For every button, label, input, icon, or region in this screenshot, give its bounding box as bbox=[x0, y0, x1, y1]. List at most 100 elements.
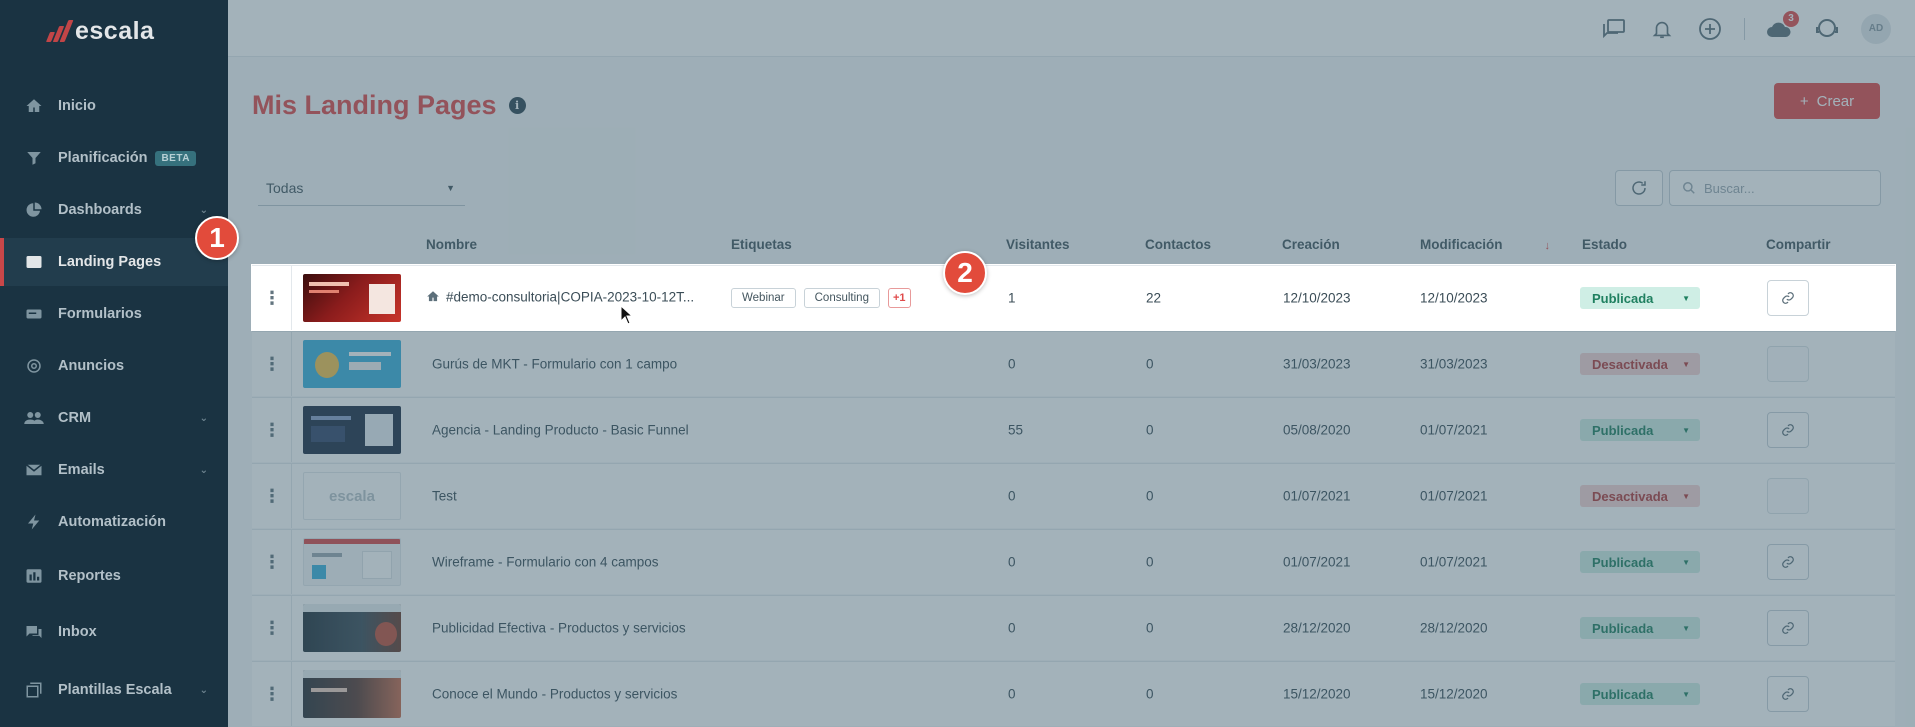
row-menu-icon[interactable]: ⋮ bbox=[252, 398, 292, 462]
create-button[interactable]: + Crear bbox=[1774, 83, 1880, 119]
sidebar-item-automatizacion[interactable]: Automatización bbox=[0, 498, 228, 546]
support-icon[interactable] bbox=[1813, 15, 1841, 43]
visitors-cell: 0 bbox=[1008, 686, 1016, 702]
page-name[interactable]: Test bbox=[432, 489, 457, 504]
share-link-button[interactable] bbox=[1767, 610, 1809, 646]
visitors-cell: 0 bbox=[1008, 620, 1016, 636]
table-row[interactable]: ⋮ Gurús de MKT - Formulario con 1 campo … bbox=[252, 331, 1895, 396]
modified-date: 01/07/2021 bbox=[1420, 554, 1488, 570]
table-row[interactable]: ⋮ #demo-consultoria|COPIA-2023-10-12T...… bbox=[252, 265, 1895, 330]
thumbnail-text-line bbox=[309, 282, 349, 286]
sidebar-item-emails[interactable]: Emails ⌄ bbox=[0, 446, 228, 494]
share-link-button[interactable] bbox=[1767, 676, 1809, 712]
page-thumbnail[interactable] bbox=[303, 340, 401, 388]
plus-circle-icon[interactable] bbox=[1696, 15, 1724, 43]
table-row[interactable]: ⋮ Wireframe - Formulario con 4 campos 0 … bbox=[252, 529, 1895, 594]
share-link-button[interactable] bbox=[1767, 280, 1809, 316]
notification-badge: 3 bbox=[1783, 10, 1799, 27]
row-menu-icon[interactable]: ⋮ bbox=[252, 662, 292, 726]
page-thumbnail[interactable] bbox=[303, 406, 401, 454]
thumbnail-header-bar bbox=[304, 539, 400, 544]
tag[interactable]: Consulting bbox=[803, 288, 880, 308]
escala-logo[interactable]: escala bbox=[45, 14, 154, 48]
column-modificacion[interactable]: Modificación ↓ bbox=[1420, 237, 1550, 252]
sidebar-item-reportes[interactable]: Reportes bbox=[0, 552, 228, 600]
sidebar-item-formularios[interactable]: Formularios bbox=[0, 290, 228, 338]
messages-icon[interactable] bbox=[1600, 15, 1628, 43]
tag[interactable]: Webinar bbox=[731, 288, 796, 308]
thumbnail-text-line bbox=[311, 416, 351, 420]
status-dropdown[interactable]: Publicada ▼ bbox=[1580, 419, 1700, 441]
page-name[interactable]: #demo-consultoria|COPIA-2023-10-12T... bbox=[426, 290, 694, 307]
page-name[interactable]: Wireframe - Formulario con 4 campos bbox=[432, 555, 659, 570]
mail-icon bbox=[24, 460, 44, 480]
status-label: Publicada bbox=[1592, 620, 1654, 636]
column-visitantes[interactable]: Visitantes bbox=[1006, 237, 1070, 252]
status-dropdown[interactable]: Publicada ▼ bbox=[1580, 551, 1700, 573]
status-dropdown[interactable]: Publicada ▼ bbox=[1580, 683, 1700, 705]
thumbnail-text-line bbox=[349, 352, 391, 356]
more-tags-badge[interactable]: +1 bbox=[887, 288, 911, 308]
page-title: Mis Landing Pages i bbox=[252, 90, 526, 121]
column-contactos[interactable]: Contactos bbox=[1145, 237, 1211, 252]
modified-date: 15/12/2020 bbox=[1420, 686, 1488, 702]
status-dropdown[interactable]: Desactivada ▼ bbox=[1580, 485, 1700, 507]
row-menu-icon[interactable]: ⋮ bbox=[252, 596, 292, 660]
bell-icon[interactable] bbox=[1648, 15, 1676, 43]
page-name[interactable]: Gurús de MKT - Formulario con 1 campo bbox=[432, 357, 677, 372]
sidebar-item-planificacion[interactable]: Planificación BETA bbox=[0, 134, 228, 182]
refresh-button[interactable] bbox=[1615, 170, 1663, 206]
row-menu-icon[interactable]: ⋮ bbox=[252, 530, 292, 594]
sidebar-item-inicio[interactable]: Inicio bbox=[0, 82, 228, 130]
visitors-cell: 55 bbox=[1008, 422, 1024, 438]
sidebar-item-crm[interactable]: CRM ⌄ bbox=[0, 394, 228, 442]
modified-date: 28/12/2020 bbox=[1420, 620, 1488, 636]
thumbnail-header-bar bbox=[303, 670, 401, 678]
page-name[interactable]: Agencia - Landing Producto - Basic Funne… bbox=[432, 423, 689, 438]
created-date: 05/08/2020 bbox=[1283, 422, 1351, 438]
page-thumbnail[interactable] bbox=[303, 538, 401, 586]
people-icon bbox=[24, 408, 44, 428]
column-estado[interactable]: Estado bbox=[1582, 237, 1627, 252]
link-icon bbox=[1782, 424, 1794, 436]
info-icon[interactable]: i bbox=[508, 97, 526, 114]
page-thumbnail[interactable] bbox=[303, 604, 401, 652]
table-row[interactable]: ⋮ Conoce el Mundo - Productos y servicio… bbox=[252, 661, 1895, 726]
create-button-label: Crear bbox=[1816, 92, 1855, 110]
caret-down-icon: ▼ bbox=[1682, 359, 1690, 369]
visitors-cell: 0 bbox=[1008, 356, 1016, 372]
table-row[interactable]: ⋮ Publicidad Efectiva - Productos y serv… bbox=[252, 595, 1895, 660]
page-thumbnail[interactable]: escala bbox=[303, 472, 401, 520]
thumbnail-form bbox=[349, 362, 381, 370]
table-row[interactable]: ⋮ Agencia - Landing Producto - Basic Fun… bbox=[252, 397, 1895, 462]
page-thumbnail[interactable] bbox=[303, 274, 401, 322]
column-creacion[interactable]: Creación bbox=[1282, 237, 1340, 252]
avatar[interactable]: AD bbox=[1861, 13, 1891, 44]
page-name[interactable]: Publicidad Efectiva - Productos y servic… bbox=[432, 621, 686, 636]
row-menu-icon[interactable]: ⋮ bbox=[252, 266, 292, 330]
column-nombre[interactable]: Nombre bbox=[426, 237, 477, 252]
sidebar-item-inbox[interactable]: Inbox bbox=[0, 608, 228, 656]
status-dropdown[interactable]: Publicada ▼ bbox=[1580, 617, 1700, 639]
table-row[interactable]: ⋮ escala Test 0 0 01/07/2021 01/07/2021 … bbox=[252, 463, 1895, 528]
contacts-cell: 0 bbox=[1146, 422, 1154, 438]
share-link-button[interactable] bbox=[1767, 544, 1809, 580]
filter-select[interactable]: Todas ▼ bbox=[258, 170, 465, 206]
search-input[interactable]: Buscar... bbox=[1669, 170, 1881, 206]
sidebar-item-anuncios[interactable]: Anuncios bbox=[0, 342, 228, 390]
row-menu-icon[interactable]: ⋮ bbox=[252, 464, 292, 528]
sort-down-icon[interactable]: ↓ bbox=[1545, 240, 1551, 252]
cloud-icon[interactable]: 3 bbox=[1765, 10, 1799, 43]
pie-chart-icon bbox=[24, 200, 44, 220]
sidebar-item-landing-pages[interactable]: Landing Pages bbox=[0, 238, 228, 286]
status-dropdown[interactable]: Publicada ▼ bbox=[1580, 287, 1700, 309]
share-link-button[interactable] bbox=[1767, 412, 1809, 448]
status-dropdown[interactable]: Desactivada ▼ bbox=[1580, 353, 1700, 375]
page-thumbnail[interactable] bbox=[303, 670, 401, 718]
thumbnail-image bbox=[312, 565, 326, 579]
page-name[interactable]: Conoce el Mundo - Productos y servicios bbox=[432, 687, 677, 702]
sidebar-item-dashboards[interactable]: Dashboards ⌄ bbox=[0, 186, 228, 234]
sidebar-item-plantillas[interactable]: Plantillas Escala ⌄ bbox=[0, 666, 228, 714]
search-icon bbox=[1683, 182, 1695, 194]
row-menu-icon[interactable]: ⋮ bbox=[252, 332, 292, 396]
